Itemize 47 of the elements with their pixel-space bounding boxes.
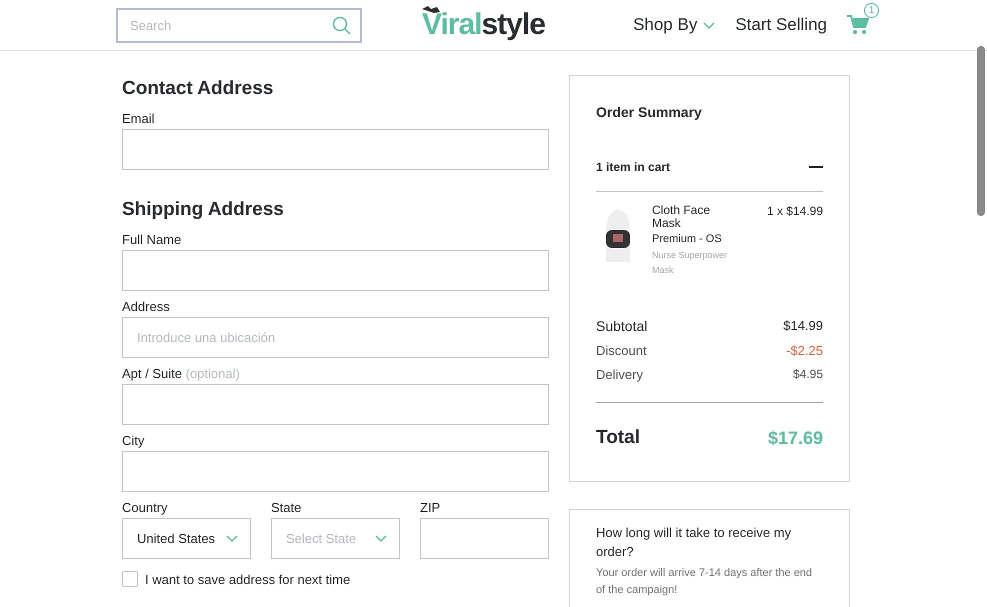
- input-field[interactable]: Introduce una ubicación: [122, 317, 549, 358]
- field-label: ZIP: [420, 502, 442, 513]
- logo[interactable]: Viralstyle: [422, 8, 545, 42]
- card-title: Order Summary: [596, 104, 703, 120]
- total-label: Total: [596, 427, 640, 449]
- input-field[interactable]: [420, 518, 549, 559]
- search-icon[interactable]: [332, 16, 351, 34]
- summary-value: $4.95: [792, 367, 823, 382]
- faq-answer: Your order will arrive 7-14 days after the end of the campaign!: [596, 566, 814, 598]
- summary-label: Delivery: [596, 367, 643, 382]
- chevron-down-icon: [226, 535, 238, 542]
- product-design: Nurse Superpower Mask: [652, 249, 728, 277]
- section-title: Shipping Address: [122, 199, 285, 221]
- optional-hint: (optional): [186, 366, 240, 381]
- field-label: Full Name: [122, 234, 182, 245]
- input-field[interactable]: [122, 384, 549, 425]
- chevron-down-icon: [375, 535, 387, 542]
- cart-count-badge: 1: [864, 3, 879, 18]
- quantity-price: 1 x $14.99: [766, 204, 823, 220]
- summary-value: $14.99: [783, 318, 823, 334]
- product-variant: Premium - OS: [652, 233, 723, 245]
- field-label: Email: [122, 113, 156, 124]
- input-field[interactable]: [122, 451, 549, 492]
- cart-count-label: 1 item in cart: [596, 160, 670, 174]
- input-field[interactable]: [122, 129, 549, 170]
- select-field[interactable]: United States: [122, 518, 251, 559]
- scrollbar-thumb[interactable]: [977, 46, 985, 216]
- field-label: Address: [122, 301, 171, 312]
- input-field[interactable]: [122, 250, 549, 291]
- product-name: Cloth Face Mask: [652, 204, 712, 230]
- field-label: City: [122, 435, 146, 446]
- search-field[interactable]: Search: [116, 8, 362, 42]
- field-label: State: [271, 502, 302, 513]
- section-title: Contact Address: [122, 78, 274, 100]
- total-value: $17.69: [768, 428, 823, 448]
- chevron-down-icon: [703, 22, 716, 28]
- summary-label: Subtotal: [596, 318, 648, 334]
- field-label: Country: [122, 502, 169, 513]
- cart-icon[interactable]: [847, 15, 869, 35]
- field-label: Apt / Suite: [122, 366, 182, 381]
- shop-by-menu[interactable]: Shop By: [633, 15, 716, 35]
- nav-link[interactable]: Start Selling: [735, 15, 827, 35]
- checkbox-label: I want to save address for next time: [145, 572, 350, 586]
- summary-label: Discount: [596, 343, 647, 358]
- summary-value: -$2.25: [786, 343, 823, 358]
- faq-question: How long will it take to receive my order?: [596, 524, 792, 561]
- checkbox[interactable]: [122, 571, 138, 587]
